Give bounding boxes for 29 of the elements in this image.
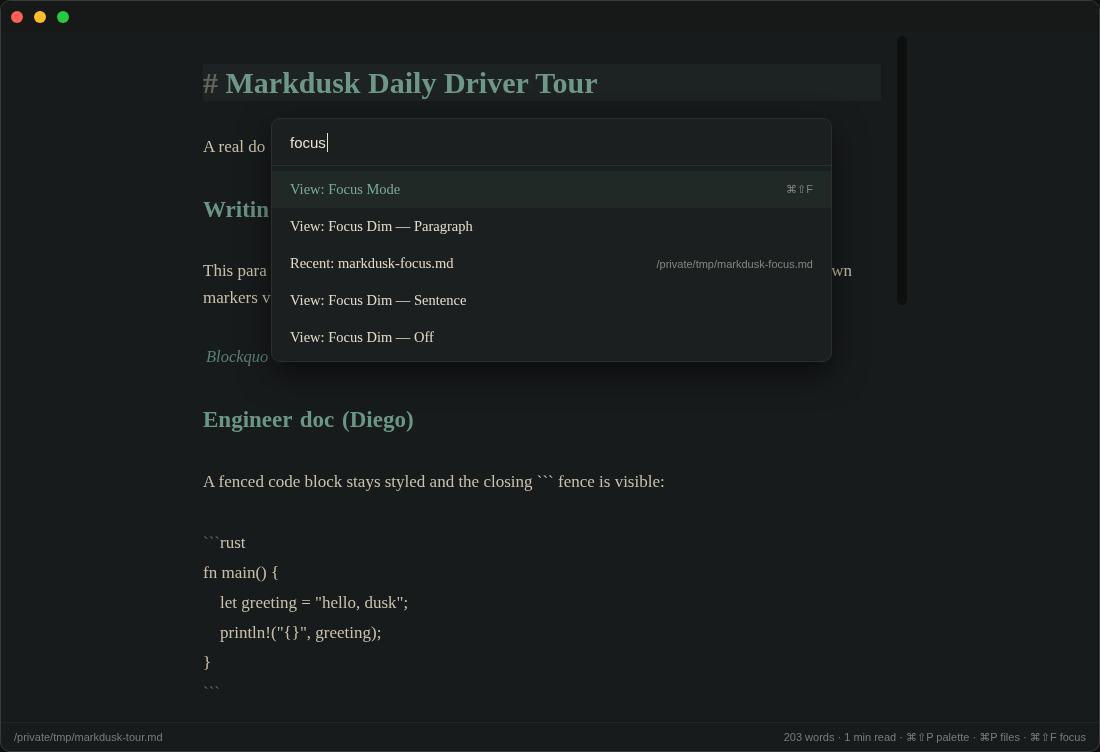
code-fence: ``` (203, 682, 220, 704)
heading: Engineer doc (Diego) (203, 406, 414, 434)
paragraph-text: markers v (203, 287, 271, 309)
shortcut-text: ⌘⇧F (786, 183, 813, 196)
palette-item[interactable]: View: Focus Mode ⌘⇧F (272, 171, 831, 208)
paragraph-text: wn (831, 260, 852, 282)
code-line: let greeting = "hello, dusk"; (219, 592, 409, 614)
window-zoom-button[interactable] (57, 10, 69, 23)
code-fence: ```rust (203, 532, 246, 554)
heading: Writin (203, 196, 270, 224)
heading: # Markdusk Daily Driver Tour (203, 65, 598, 101)
search-field[interactable]: focus (272, 119, 831, 166)
status-info: 203 words · 1 min read · ⌘⇧P palette · ⌘P files · ⌘⇧F focus (783, 730, 1086, 744)
window-minimize-button[interactable] (34, 10, 46, 23)
file-path: /private/tmp/markdusk-focus.md (656, 257, 813, 270)
text-cursor-icon (326, 132, 329, 152)
paragraph-text: A real do (203, 136, 266, 158)
palette-item[interactable]: View: Focus Dim — Off (272, 319, 831, 356)
paragraph-text: A fenced code block stays styled and the closing ``` fence is visible: (203, 471, 665, 493)
paragraph-text: This para (203, 260, 267, 282)
window-close-button[interactable] (11, 10, 23, 23)
palette-item[interactable]: View: Focus Dim — Sentence (272, 282, 831, 319)
code-line: println!("{}", greeting); (219, 622, 382, 644)
code-line: } (203, 652, 212, 674)
code-line: fn main() { (203, 562, 280, 584)
blockquote-text: Blockquo (206, 346, 269, 368)
file-path: /private/tmp/markdusk-tour.md (14, 731, 163, 743)
palette-item[interactable]: Recent: markdusk-focus.md /private/tmp/markdusk-focus.md (272, 245, 831, 282)
palette-item[interactable]: View: Focus Dim — Paragraph (272, 208, 831, 245)
